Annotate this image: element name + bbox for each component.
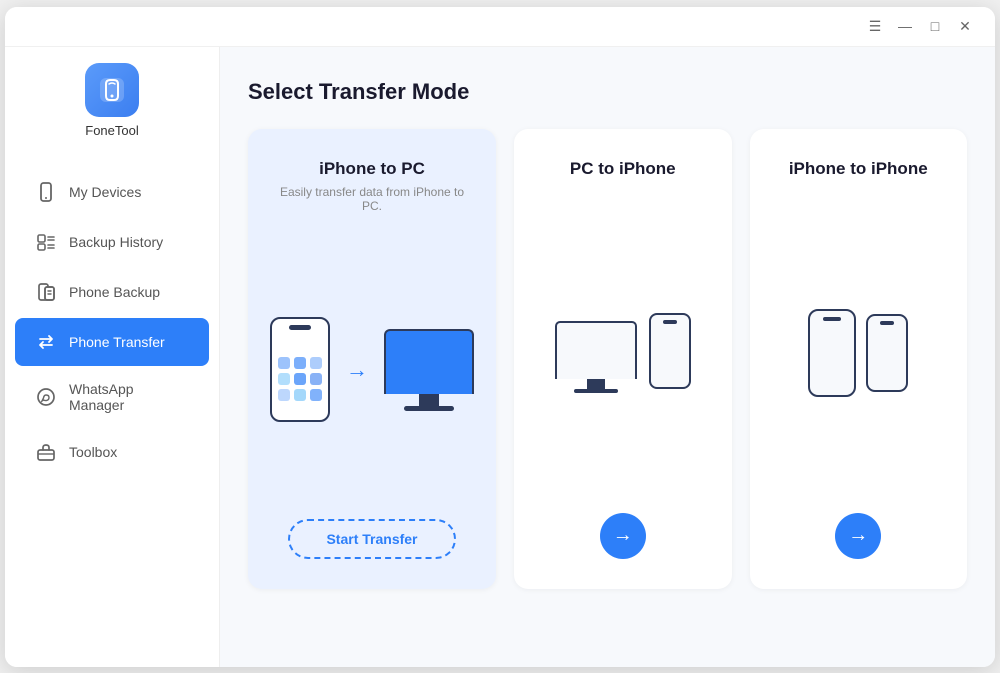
main-content: Select Transfer Mode iPhone to PC Easily… [220,47,995,667]
sidebar-item-phone-backup[interactable]: Phone Backup [15,268,209,316]
iphone-to-iphone-card: iPhone to iPhone → [750,129,968,589]
pc-to-iphone-title: PC to iPhone [570,159,676,179]
close-icon: ✕ [959,18,971,35]
transfer-arrow-icon: → [346,357,368,383]
monitor-base [404,406,454,411]
iphone-to-pc-card: iPhone to PC Easily transfer data from i… [248,129,496,589]
minimize-button[interactable]: — [891,12,919,40]
start-transfer-button[interactable]: Start Transfer [288,519,455,559]
phone-outline-lg-notch [823,317,841,321]
maximize-icon: □ [931,18,939,34]
minimize-icon: — [898,18,912,34]
pc-monitor-outline [555,321,637,393]
iphone-outline-lg [808,309,856,397]
sidebar-item-phone-transfer-label: Phone Transfer [69,334,165,350]
phone-outline-sm-notch [880,321,894,325]
list-icon [35,231,57,253]
sidebar-item-phone-backup-label: Phone Backup [69,284,160,300]
toolbox-icon [35,441,57,463]
iphone-outline-sm [866,314,908,392]
main-layout: FoneTool My Devices [5,47,995,667]
sidebar-item-toolbox[interactable]: Toolbox [15,428,209,476]
nav-list: My Devices Backup History [5,166,219,478]
sidebar-item-my-devices[interactable]: My Devices [15,168,209,216]
monitor-outline-base [574,389,618,393]
phone-notch [289,325,311,330]
sidebar-item-backup-history-label: Backup History [69,234,163,250]
phone-icon [35,181,57,203]
sidebar-item-whatsapp-manager-label: WhatsApp Manager [69,381,189,413]
maximize-button[interactable]: □ [921,12,949,40]
sidebar-item-whatsapp-manager[interactable]: WhatsApp Manager [15,368,209,426]
iphone-shape [270,317,330,422]
transfer-mode-cards: iPhone to PC Easily transfer data from i… [248,129,967,589]
iphone-to-iphone-illustration [808,213,908,493]
sidebar-item-my-devices-label: My Devices [69,184,141,200]
hamburger-icon: ☰ [869,18,882,35]
monitor-outline-stand [587,379,605,389]
sidebar-item-phone-transfer[interactable]: Phone Transfer [15,318,209,366]
monitor-stand [419,394,439,406]
sidebar-item-backup-history[interactable]: Backup History [15,218,209,266]
pc-to-iphone-card: PC to iPhone [514,129,732,589]
page-title: Select Transfer Mode [248,79,967,105]
pc-to-iphone-illustration [555,213,691,493]
phone-app-grid [270,341,330,409]
iphone-to-pc-title: iPhone to PC [319,159,425,179]
iphone-outline [649,313,691,389]
backup-icon [35,281,57,303]
titlebar: ☰ — □ ✕ [5,7,995,47]
iphone-to-pc-subtitle: Easily transfer data from iPhone to PC. [270,185,474,213]
phone-outline-notch [663,320,677,324]
pc-monitor-shape [384,329,474,411]
sidebar: FoneTool My Devices [5,47,220,667]
logo-area: FoneTool [85,63,139,138]
monitor-screen [384,329,474,394]
iphone-to-iphone-title: iPhone to iPhone [789,159,928,179]
transfer-icon [35,331,57,353]
pc-to-iphone-arrow-button[interactable]: → [600,513,646,559]
arrow-right-icon: → [613,524,633,547]
close-button[interactable]: ✕ [951,12,979,40]
menu-button[interactable]: ☰ [861,12,889,40]
iphone-to-iphone-arrow-button[interactable]: → [835,513,881,559]
app-logo-icon [85,63,139,117]
arrow-right-icon-2: → [848,524,868,547]
app-window: ☰ — □ ✕ FoneTool [5,7,995,667]
whatsapp-icon [35,386,57,408]
iphone-to-pc-illustration: → [270,241,474,499]
monitor-outline-screen [555,321,637,379]
sidebar-item-toolbox-label: Toolbox [69,444,117,460]
app-name: FoneTool [85,123,138,138]
